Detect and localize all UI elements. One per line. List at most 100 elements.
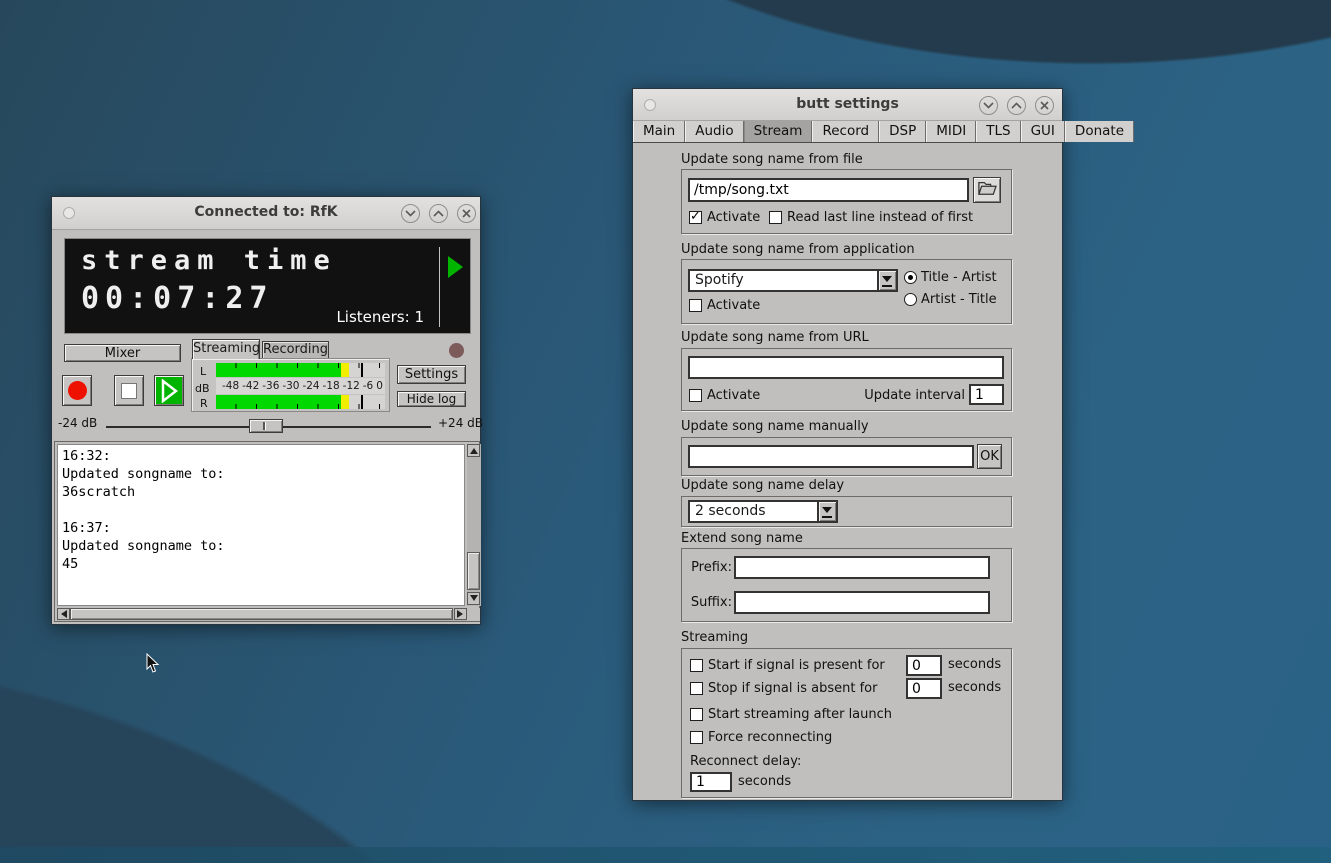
tab-midi[interactable]: MIDI	[926, 121, 976, 142]
meter-bar-left	[216, 363, 385, 377]
song-file-path-input[interactable]	[688, 178, 969, 202]
url-activate-checkbox[interactable]	[689, 389, 702, 402]
file-activate-checkbox[interactable]	[689, 211, 702, 224]
streaming-active-icon	[448, 256, 463, 278]
app-activate-checkbox[interactable]	[689, 299, 702, 312]
force-reconnecting-checkbox[interactable]	[690, 731, 703, 744]
start-if-signal-label: Start if signal is present for	[708, 658, 885, 673]
butt-main-window: Connected to: RfK stream time 00:07:27 L…	[51, 196, 481, 625]
tab-stream[interactable]: Stream	[744, 121, 813, 142]
tab-donate[interactable]: Donate	[1065, 121, 1134, 142]
song-url-input[interactable]	[688, 356, 1004, 379]
chevron-up-icon	[1011, 102, 1022, 109]
butt-settings-window: butt settings Main Audio Stream Record D…	[632, 88, 1063, 801]
seconds-unit-label: seconds	[948, 657, 1001, 672]
reconnect-delay-label: Reconnect delay:	[690, 754, 801, 769]
log-line: 36scratch	[62, 483, 460, 501]
log-line: 16:37:	[62, 519, 460, 537]
file-group-label: Update song name from file	[681, 152, 863, 167]
gain-slider-track[interactable]	[106, 426, 431, 428]
stop-signal-seconds-input[interactable]	[906, 678, 942, 699]
close-icon	[1040, 101, 1049, 110]
chevron-down-icon	[405, 210, 416, 217]
manual-ok-button[interactable]: OK	[977, 444, 1002, 469]
update-interval-label: Update interval	[833, 388, 965, 403]
update-interval-input[interactable]	[969, 384, 1004, 405]
start-if-signal-checkbox[interactable]	[690, 659, 703, 672]
main-titlebar[interactable]: Connected to: RfK	[52, 197, 480, 230]
level-meter: L dB -48 -42 -36 -30 -24 -18 -12 -6 0 R	[191, 358, 390, 412]
dropdown-arrow-icon[interactable]	[817, 502, 836, 521]
settings-button[interactable]: Settings	[397, 365, 466, 384]
tab-streaming[interactable]: Streaming	[192, 339, 260, 359]
tab-main[interactable]: Main	[633, 121, 685, 142]
maximize-button[interactable]	[429, 204, 448, 223]
lcd-stream-time: 00:07:27	[81, 281, 274, 316]
play-button[interactable]	[154, 375, 184, 406]
record-button[interactable]	[62, 375, 92, 406]
prefix-label: Prefix:	[688, 560, 732, 575]
manual-group-label: Update song name manually	[681, 419, 869, 434]
close-icon	[462, 209, 471, 218]
prefix-input[interactable]	[734, 556, 990, 579]
tab-tls[interactable]: TLS	[976, 121, 1020, 142]
minimize-button[interactable]	[979, 96, 998, 115]
scroll-down-button[interactable]	[467, 592, 480, 605]
vertical-scroll-thumb[interactable]	[467, 552, 480, 590]
scroll-right-button[interactable]	[454, 608, 467, 620]
scroll-up-button[interactable]	[467, 444, 480, 457]
file-activate-label: Activate	[707, 210, 760, 225]
scroll-left-button[interactable]	[57, 608, 70, 620]
log-line: 16:32:	[62, 447, 460, 465]
vertical-scrollbar[interactable]	[467, 444, 481, 606]
artist-title-label: Artist - Title	[921, 292, 997, 307]
log-text-area[interactable]: 16:32: Updated songname to: 36scratch 16…	[57, 444, 465, 606]
tab-gui[interactable]: GUI	[1021, 121, 1065, 142]
suffix-input[interactable]	[734, 591, 990, 614]
horizontal-scroll-thumb[interactable]	[70, 608, 453, 620]
tab-record[interactable]: Record	[812, 121, 879, 142]
stop-icon	[121, 383, 137, 399]
read-last-line-label: Read last line instead of first	[787, 210, 973, 225]
mixer-button[interactable]: Mixer	[64, 344, 181, 362]
manual-song-input[interactable]	[688, 445, 974, 468]
reconnect-delay-input[interactable]	[690, 772, 732, 792]
close-button[interactable]	[1035, 96, 1054, 115]
tab-recording[interactable]: Recording	[262, 341, 329, 359]
app-select-dropdown[interactable]: Spotify	[688, 269, 898, 292]
suffix-label: Suffix:	[688, 595, 732, 610]
delay-group-label: Update song name delay	[681, 478, 844, 493]
browse-file-button[interactable]	[973, 177, 1001, 203]
extend-group-label: Extend song name	[681, 531, 803, 546]
listeners-count: Listeners: 1	[336, 308, 424, 326]
start-signal-seconds-input[interactable]	[906, 655, 942, 676]
horizontal-scrollbar[interactable]	[57, 608, 467, 621]
dropdown-arrow-icon[interactable]	[877, 271, 896, 290]
delay-select-dropdown[interactable]: 2 seconds	[688, 500, 838, 523]
title-artist-radio[interactable]	[904, 271, 917, 284]
hide-log-button[interactable]: Hide log	[397, 391, 466, 407]
seconds-unit-label: seconds	[738, 774, 791, 789]
streaming-group-label: Streaming	[681, 630, 748, 645]
read-last-line-checkbox[interactable]	[769, 211, 782, 224]
play-icon	[160, 379, 178, 403]
stop-button[interactable]	[114, 375, 144, 406]
settings-titlebar[interactable]: butt settings	[633, 89, 1062, 121]
record-icon	[68, 381, 87, 400]
wallpaper-bottom-band	[0, 847, 1331, 863]
close-button[interactable]	[457, 204, 476, 223]
log-line	[62, 501, 460, 519]
arrow-left-icon	[57, 610, 67, 618]
artist-title-radio[interactable]	[904, 293, 917, 306]
lcd-display: stream time 00:07:27 Listeners: 1	[64, 238, 471, 334]
url-activate-label: Activate	[707, 388, 760, 403]
meter-left-label: L	[200, 365, 206, 378]
stop-if-absent-checkbox[interactable]	[690, 682, 703, 695]
arrow-down-icon	[470, 595, 478, 605]
maximize-button[interactable]	[1007, 96, 1026, 115]
minimize-button[interactable]	[401, 204, 420, 223]
tab-audio[interactable]: Audio	[685, 121, 743, 142]
tab-dsp[interactable]: DSP	[879, 121, 926, 142]
start-after-launch-checkbox[interactable]	[690, 708, 703, 721]
gain-slider-handle[interactable]	[249, 419, 283, 433]
